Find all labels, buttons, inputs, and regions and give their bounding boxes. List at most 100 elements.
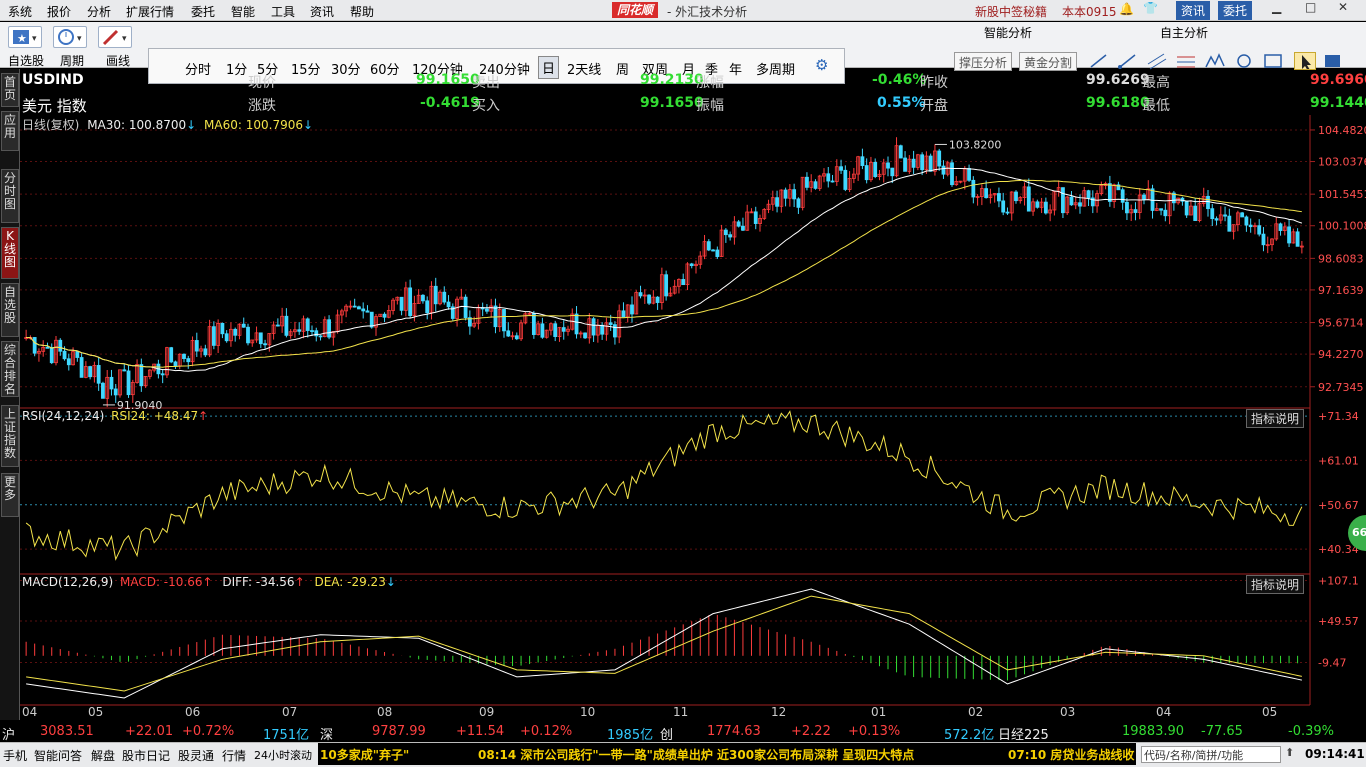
period-button[interactable]: ▾ (53, 26, 87, 48)
candle (890, 167, 895, 177)
headline-2[interactable]: 08:14 深市公司践行"一带一路"成绩单出炉 近300家公司布局深耕 呈现四大… (478, 746, 914, 763)
bell-icon[interactable]: 🔔 (1119, 2, 1134, 16)
rect-tool-icon[interactable] (1262, 52, 1284, 70)
channel-tool-icon[interactable] (1146, 52, 1168, 70)
candle (1210, 208, 1215, 220)
candle (864, 165, 869, 181)
tab-kline[interactable]: K线图 (1, 227, 19, 279)
x-tick-label: 07 (282, 705, 298, 719)
headline-3[interactable]: 07:10 房贷业务战线收 (1008, 746, 1134, 763)
draw-label: 画线 (106, 54, 131, 68)
candle (1014, 191, 1018, 202)
candle (706, 241, 711, 251)
ask-label: 卖出 (472, 75, 500, 91)
candle (1295, 231, 1300, 247)
menu-extended-market[interactable]: 扩展行情 (126, 3, 174, 20)
candle (203, 348, 208, 356)
rsi-help-button[interactable]: 指标说明 (1245, 409, 1304, 428)
menu-quote[interactable]: 报价 (47, 3, 71, 20)
commentary-link[interactable]: 解盘 (91, 747, 115, 764)
kline-chart[interactable]: 104.4820 103.0376 101.5451 100.1008 98.6083 9… (20, 115, 1366, 720)
candle (753, 211, 758, 224)
candle (169, 347, 174, 363)
close-icon[interactable]: ✕ (1338, 0, 1348, 14)
menu-analysis[interactable]: 分析 (87, 3, 111, 20)
y-tick-label: 95.6714 (1318, 317, 1364, 330)
qa-link[interactable]: 智能问答 (34, 747, 82, 764)
tab-home[interactable]: 首页 (1, 73, 19, 107)
news-marquee[interactable]: 10多家成"弃子" 08:14 深市公司践行"一带一路"成绩单出炉 近300家公… (318, 743, 1136, 765)
tab-sh-index[interactable]: 上证指数 (1, 405, 19, 467)
market-link[interactable]: 行情 (222, 747, 246, 764)
wave-tool-icon[interactable] (1204, 52, 1226, 70)
search-icon[interactable]: ⬆ (1285, 746, 1294, 759)
candle (382, 313, 387, 318)
nikkei-value[interactable]: 19883.90 (1122, 724, 1184, 739)
trade-button[interactable]: 委托 (1218, 1, 1253, 20)
ipo-notice-link[interactable]: 新股中签秘籍 (975, 3, 1047, 20)
menu-system[interactable]: 系统 (8, 3, 32, 20)
headline-1[interactable]: 10多家成"弃子" (320, 746, 409, 763)
menu-entrust[interactable]: 委托 (191, 3, 215, 20)
ray-tool-icon[interactable] (1117, 52, 1139, 70)
candle (433, 285, 438, 305)
search-input[interactable]: 代码/名称/简拼/功能 (1141, 746, 1281, 763)
mobile-link[interactable]: 手机 (3, 747, 27, 764)
low-label: 最低 (1142, 98, 1170, 114)
draw-button[interactable]: ▾ (98, 26, 132, 48)
circle-tool-icon[interactable] (1233, 52, 1255, 70)
cursor-icon[interactable] (1294, 52, 1316, 70)
menu-smart[interactable]: 智能 (231, 3, 255, 20)
tab-watchlist[interactable]: 自选股 (1, 283, 19, 337)
candle (275, 324, 280, 327)
shirt-icon[interactable]: 👕 (1143, 1, 1158, 15)
menu-help[interactable]: 帮助 (350, 3, 374, 20)
macd-tick-label: -9.47 (1318, 656, 1346, 669)
candle (1261, 233, 1266, 246)
candle (1125, 201, 1129, 214)
stock-assistant-link[interactable]: 股灵通 (178, 747, 214, 764)
candle (1107, 183, 1112, 202)
chart-area[interactable]: 104.4820 103.0376 101.5451 100.1008 98.6083 9… (20, 115, 1366, 720)
candle (1001, 200, 1006, 213)
minimize-icon[interactable]: ▁ (1272, 0, 1281, 14)
candle (327, 319, 331, 338)
candle (583, 332, 587, 339)
tab-ranking[interactable]: 综合排名 (1, 341, 19, 397)
prev-close-value: 99.6269 (1086, 72, 1150, 88)
svg-text:▾: ▾ (122, 34, 127, 44)
watchlist-button[interactable]: ★ ▾ (8, 26, 42, 48)
x-tick-label: 04 (1156, 705, 1172, 719)
app-logo: 同花顺 (612, 2, 659, 18)
diary-link[interactable]: 股市日记 (122, 747, 170, 764)
sh-value[interactable]: 3083.51 (40, 724, 94, 739)
candle (1026, 186, 1031, 212)
tab-more[interactable]: 更多 (1, 473, 19, 517)
candle (1120, 189, 1125, 203)
x-tick-label: 02 (968, 705, 984, 719)
candle (233, 328, 238, 336)
parallel-tool-icon[interactable] (1175, 52, 1197, 70)
sz-value[interactable]: 9787.99 (372, 724, 426, 739)
cy-value[interactable]: 1774.63 (707, 724, 761, 739)
maximize-icon[interactable]: □ (1305, 0, 1316, 14)
candle (630, 304, 634, 315)
candle (1035, 201, 1040, 208)
user-name[interactable]: 本本0915 (1062, 3, 1117, 20)
rsi-tick-label: +71.34 (1318, 410, 1359, 423)
news-button[interactable]: 资讯 (1176, 1, 1211, 20)
kline-header: 日线(复权) MA30: 100.8700↓ MA60: 100.7906↓ (22, 116, 313, 133)
candle (442, 291, 447, 303)
macd-help-button[interactable]: 指标说明 (1245, 575, 1304, 594)
menu-tools[interactable]: 工具 (271, 3, 295, 20)
tab-intraday[interactable]: 分时图 (1, 169, 19, 223)
clock-time: 09:14:41 (1305, 747, 1365, 761)
candle (32, 337, 37, 354)
tab-apps[interactable]: 应用 (1, 111, 19, 151)
index-ticker: 沪 3083.51 +22.01 +0.72% 1751亿 深 9787.99 … (0, 722, 1366, 743)
line-tool-icon[interactable] (1088, 52, 1110, 70)
color-icon[interactable] (1322, 52, 1344, 70)
candle (681, 279, 686, 286)
menu-news[interactable]: 资讯 (310, 3, 334, 20)
diff-line (26, 588, 1302, 699)
